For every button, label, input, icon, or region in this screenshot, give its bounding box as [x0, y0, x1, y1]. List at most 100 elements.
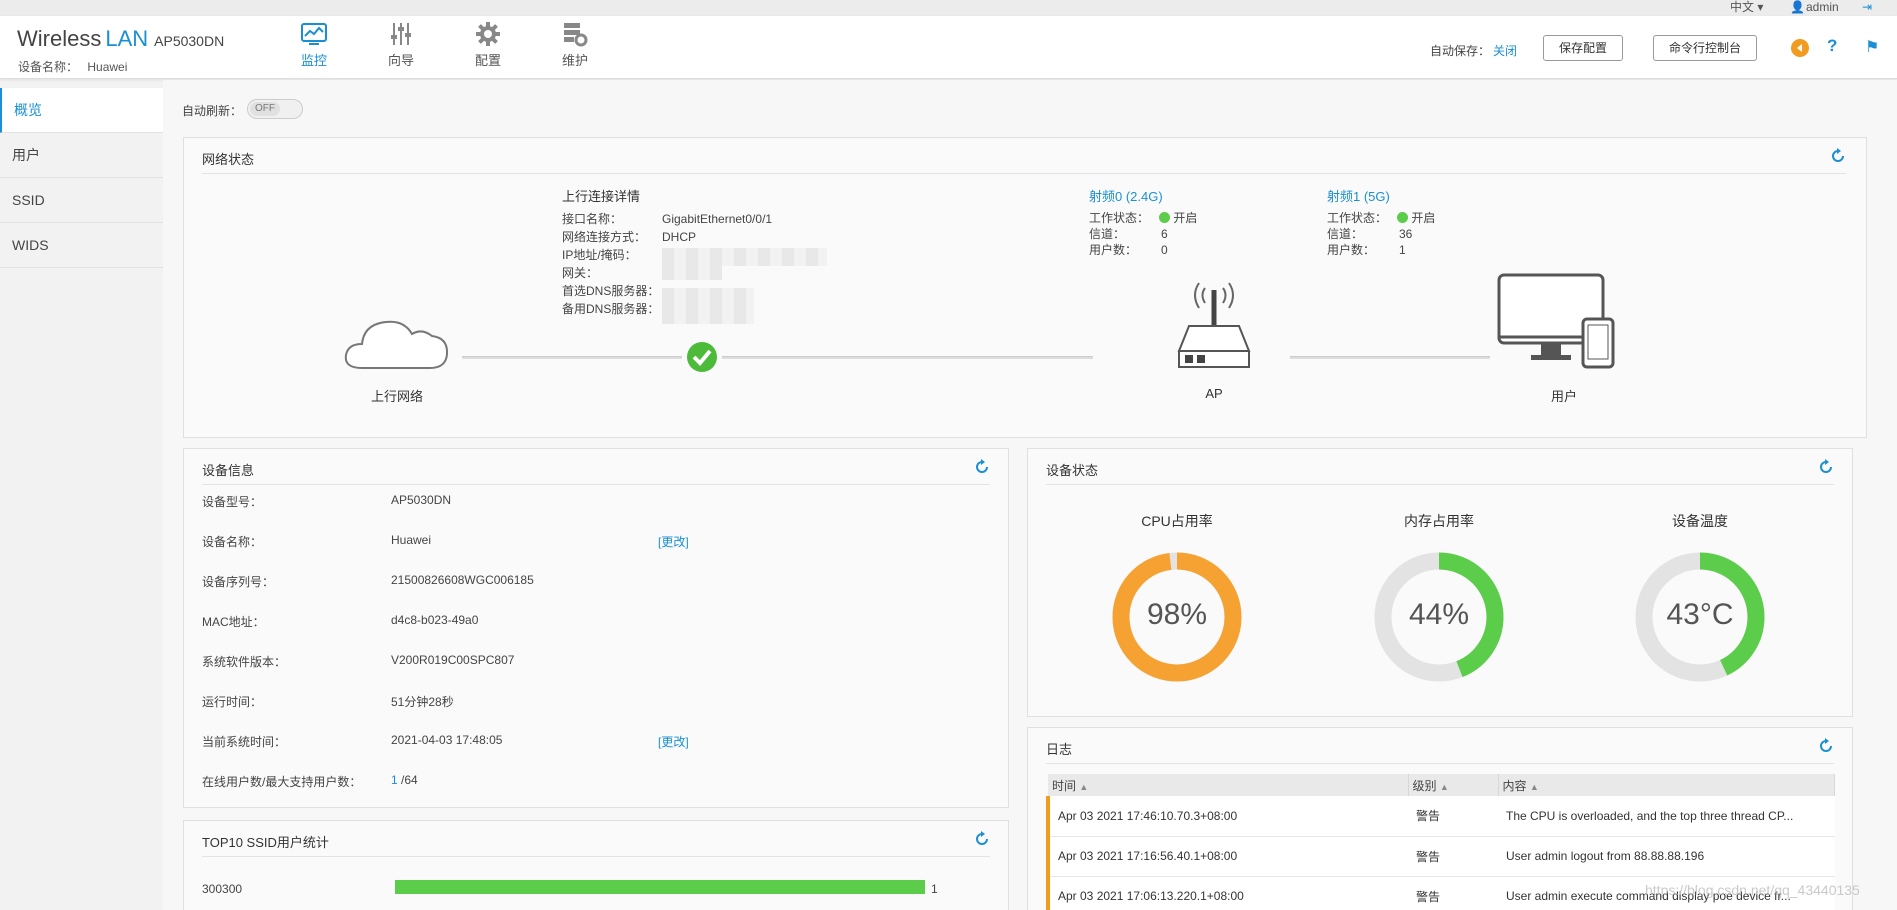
radio-label: 信道： [1327, 227, 1364, 241]
radio1-details: 工作状态： 开启 信道： 36 用户数： 1 [1327, 210, 1447, 258]
help-icon[interactable]: ? [1827, 36, 1837, 56]
autosave-label: 自动保存： [1430, 44, 1491, 58]
info-label: 当前系统时间： [202, 735, 287, 749]
radio0-details: 工作状态： 开启 信道： 6 用户数： 0 [1089, 210, 1209, 258]
change-device-name-link[interactable]: [更改] [658, 533, 689, 550]
divider [202, 856, 990, 857]
auto-refresh-toggle[interactable]: OFF [247, 99, 303, 119]
cpu-gauge-title: CPU占用率 [1141, 513, 1213, 529]
nav-maintenance-label: 维护 [561, 53, 588, 68]
back-icon[interactable] [1791, 39, 1809, 57]
divider [202, 173, 1846, 174]
log-time: Apr 03 2021 17:46:10.70.3+08:00 [1046, 796, 1408, 837]
info-value: AP5030DN [391, 493, 452, 507]
uplink-label: 备用DNS服务器： [562, 302, 660, 316]
uplink-details-title: 上行连接详情 [562, 189, 641, 204]
uplink-network-label: 上行网络 [370, 389, 423, 404]
refresh-icon[interactable] [1818, 459, 1834, 475]
radio-label: 工作状态： [1089, 211, 1150, 225]
refresh-icon[interactable] [974, 459, 990, 475]
log-time: Apr 03 2021 17:06:13.220.1+08:00 [1046, 876, 1408, 910]
log-content: User admin logout from 88.88.88.196 [1498, 836, 1835, 877]
log-level: 警告 [1408, 796, 1498, 837]
info-value: 21500826608WGC006185 [391, 573, 534, 587]
auto-refresh-state: OFF [250, 102, 280, 116]
network-status-panel: 网络状态 上行连接详情 接口名称： GigabitEthernet0/0/1 网络… [183, 137, 1867, 438]
info-label: 运行时间： [202, 695, 263, 709]
top10-ssid-panel: TOP10 SSID用户统计 300300 1 [183, 820, 1009, 910]
device-status-panel: 设备状态 CPU占用率 98% 内存占用率 44% 设备温度 43°C [1027, 448, 1853, 717]
connection-line [1290, 356, 1490, 359]
cpu-gauge-value: 98% [1146, 598, 1208, 631]
ssid-bar-track [395, 880, 925, 894]
uplink-label: 网络连接方式： [562, 230, 647, 244]
divider [202, 484, 990, 485]
nav-monitor-label: 监控 [300, 53, 327, 68]
nav-wizard-label: 向导 [387, 53, 414, 68]
radio-label: 用户数： [1089, 243, 1138, 257]
device-info-title: 设备信息 [202, 463, 255, 478]
info-value: Huawei [391, 533, 432, 547]
brand-model: AP5030DN [154, 33, 225, 49]
log-time: Apr 03 2021 17:16:56.40.1+08:00 [1046, 836, 1408, 877]
info-label: 设备名称： [202, 535, 263, 549]
save-config-button[interactable]: 保存配置 [1543, 35, 1623, 61]
radio-value: 6 [1161, 227, 1168, 241]
online-users-link[interactable]: 1 [391, 773, 398, 787]
uplink-label: 网关： [562, 266, 599, 280]
table-row[interactable]: Apr 03 2021 17:46:10.70.3+08:00 警告 The C… [1046, 796, 1835, 837]
radio-value: 36 [1399, 227, 1413, 241]
info-label: 设备型号： [202, 495, 263, 509]
change-system-time-link[interactable]: [更改] [658, 733, 689, 750]
nav-maintenance[interactable]: 维护 [545, 20, 605, 76]
info-label: 设备序列号： [202, 575, 275, 589]
language-selector[interactable]: 中文 ▾ [1730, 0, 1763, 14]
network-status-title: 网络状态 [202, 152, 255, 167]
refresh-icon[interactable] [1830, 148, 1846, 164]
status-on-icon [1397, 212, 1408, 223]
nav-wizard[interactable]: 向导 [371, 20, 431, 76]
radio0-title[interactable]: 射频0 (2.4G) [1089, 186, 1163, 205]
column-header-content[interactable]: 内容 ▲ [1498, 774, 1835, 796]
max-users: /64 [397, 773, 418, 787]
refresh-icon[interactable] [1818, 738, 1834, 754]
column-header-time[interactable]: 时间 ▲ [1048, 774, 1409, 796]
memory-gauge-title: 内存占用率 [1404, 513, 1474, 529]
refresh-icon[interactable] [974, 831, 990, 847]
uplink-label: 接口名称： [562, 212, 623, 226]
sliders-icon [391, 23, 411, 45]
cli-console-button[interactable]: 命令行控制台 [1653, 35, 1757, 61]
sidebar-item-overview[interactable]: 概览 [0, 88, 163, 133]
ap-router-icon [1177, 282, 1251, 368]
radio-value: 开启 [1411, 211, 1436, 225]
user-devices-icon [1497, 273, 1615, 369]
online-users-value: 1 /64 [391, 773, 418, 787]
table-row[interactable]: Apr 03 2021 17:16:56.40.1+08:00 警告 User … [1046, 836, 1835, 877]
flag-icon[interactable]: ⚑ [1865, 37, 1879, 57]
utility-bar: 中文 ▾ 👤 admin ⇥ [0, 0, 1897, 16]
radio1-title[interactable]: 射频1 (5G) [1327, 186, 1390, 205]
divider [1046, 484, 1834, 485]
sidebar-item-users[interactable]: 用户 [0, 133, 163, 178]
info-label: MAC地址： [202, 615, 265, 629]
nav-monitor[interactable]: 监控 [284, 20, 344, 76]
device-status-title: 设备状态 [1046, 463, 1099, 478]
radio-label: 工作状态： [1327, 211, 1388, 225]
sidebar-item-wids[interactable]: WIDS [0, 223, 163, 268]
device-name-line: 设备名称： Huawei [18, 58, 127, 75]
column-header-level[interactable]: 级别 ▲ [1408, 774, 1499, 796]
user-name[interactable]: admin [1806, 0, 1839, 14]
info-value: 2021-04-03 17:48:05 [391, 733, 503, 747]
maintenance-icon [564, 23, 588, 47]
redacted-value [662, 288, 754, 324]
sort-asc-icon: ▲ [1079, 781, 1089, 792]
sidebar-item-ssid[interactable]: SSID [0, 178, 163, 223]
memory-gauge-value: 44% [1408, 598, 1470, 631]
header: WirelessLAN AP5030DN 设备名称： Huawei 监控 向导 [0, 16, 1897, 79]
ssid-name: 300300 [202, 882, 243, 896]
temperature-gauge-title: 设备温度 [1672, 513, 1728, 529]
logout-icon[interactable]: ⇥ [1862, 0, 1872, 14]
autosave-value[interactable]: 关闭 [1493, 42, 1517, 59]
sidebar: 概览 用户 SSID WIDS [0, 88, 163, 910]
nav-config[interactable]: 配置 [458, 20, 518, 76]
